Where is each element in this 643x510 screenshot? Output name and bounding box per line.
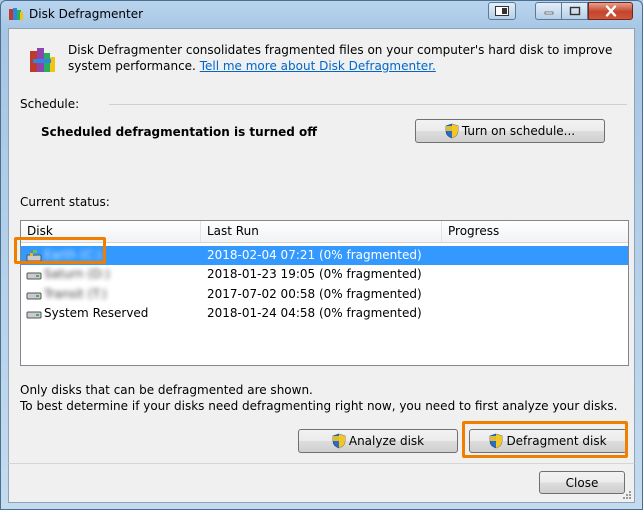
disk-list[interactable]: Disk Last Run Progress Earth (C:) 2018-0…: [20, 220, 629, 366]
analyze-disk-label: Analyze disk: [348, 434, 425, 448]
last-run-cell: 2017-07-02 00:58 (0% fragmented): [207, 287, 422, 301]
uac-shield-icon: [445, 123, 459, 139]
defragment-disk-label: Defragment disk: [506, 434, 607, 448]
disk-cell: System Reserved: [24, 304, 201, 323]
hard-drive-icon: [26, 292, 42, 300]
turn-on-schedule-button[interactable]: Turn on schedule...: [415, 119, 605, 143]
last-run-cell: 2018-01-24 04:58 (0% fragmented): [207, 306, 422, 320]
intro-text: Disk Defragmenter consolidates fragmente…: [68, 42, 628, 74]
hard-drive-icon: [26, 272, 42, 280]
defrag-large-icon: [30, 48, 55, 72]
window-title: Disk Defragmenter: [29, 7, 144, 21]
disk-name: Transit (T:): [44, 287, 107, 301]
column-header-disk[interactable]: Disk: [21, 221, 201, 242]
last-run-cell: 2018-01-23 19:05 (0% fragmented): [207, 267, 422, 281]
analyze-disk-button[interactable]: Analyze disk: [298, 429, 458, 453]
title-bar[interactable]: Disk Defragmenter: [1, 1, 642, 27]
resize-grip-icon[interactable]: [622, 490, 632, 500]
disk-cell: Earth (C:): [24, 246, 201, 265]
main-panel: Disk Defragmenter consolidates fragmente…: [8, 28, 635, 464]
column-header-last-run[interactable]: Last Run: [201, 221, 442, 242]
disk-row-transit[interactable]: Transit (T:) 2017-07-02 00:58 (0% fragme…: [21, 285, 628, 304]
minimize-icon: [544, 11, 553, 15]
close-window-button[interactable]: [588, 2, 633, 20]
defrag-app-icon: [9, 8, 23, 20]
context-help-button[interactable]: [488, 2, 516, 20]
close-button[interactable]: Close: [539, 471, 625, 494]
uac-shield-icon: [490, 433, 503, 449]
schedule-status: Scheduled defragmentation is turned off: [41, 125, 318, 139]
hard-drive-icon: [26, 311, 42, 319]
disk-note: Only disks that can be defragmented are …: [20, 382, 617, 414]
column-header-progress[interactable]: Progress: [442, 221, 628, 242]
disk-name: System Reserved: [44, 306, 149, 320]
last-run-cell: 2018-02-04 07:21 (0% fragmented): [207, 248, 422, 262]
minimize-button[interactable]: [535, 2, 562, 20]
defragment-disk-button[interactable]: Defragment disk: [469, 429, 627, 453]
disk-name: Saturn (D:): [44, 267, 111, 281]
disk-cell: Transit (T:): [24, 285, 201, 304]
dialog-footer: Close: [8, 463, 635, 503]
system-drive-icon: [26, 250, 42, 262]
current-status-label: Current status:: [20, 195, 110, 209]
disk-cell: Saturn (D:): [24, 265, 201, 284]
learn-more-link[interactable]: Tell me more about Disk Defragmenter.: [200, 59, 436, 73]
maximize-icon: [569, 6, 580, 16]
disk-defragmenter-window: Disk Defragmenter Disk Defragmenter cons…: [0, 0, 643, 510]
turn-on-schedule-label: Turn on schedule...: [461, 124, 576, 138]
note-line-1: Only disks that can be defragmented are …: [20, 383, 313, 397]
note-line-2: To best determine if your disks need def…: [20, 399, 618, 413]
disk-row-system-reserved[interactable]: System Reserved 2018-01-24 04:58 (0% fra…: [21, 304, 628, 323]
uac-shield-icon: [332, 433, 346, 449]
disk-name: Earth (C:): [44, 248, 102, 262]
schedule-label: Schedule:: [20, 97, 80, 111]
close-icon: [605, 5, 616, 17]
disk-list-header: Disk Last Run Progress: [21, 221, 628, 243]
maximize-button[interactable]: [562, 2, 588, 20]
window-menu-icon: [495, 6, 509, 16]
disk-row-saturn[interactable]: Saturn (D:) 2018-01-23 19:05 (0% fragmen…: [21, 265, 628, 284]
disk-row-earth[interactable]: Earth (C:) 2018-02-04 07:21 (0% fragment…: [21, 246, 628, 265]
schedule-separator: [109, 104, 627, 105]
